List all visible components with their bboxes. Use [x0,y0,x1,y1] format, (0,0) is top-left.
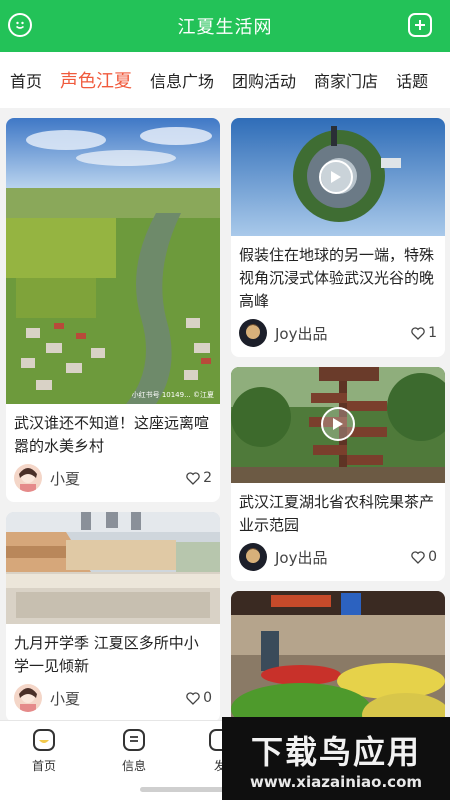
image-watermark: 小红书号 10149... ©江夏 [131,391,214,399]
like-button[interactable]: 2 [186,470,212,486]
page-title: 江夏生活网 [177,17,273,38]
avatar[interactable] [14,464,42,492]
info-list-icon [123,729,145,751]
play-icon[interactable] [321,407,355,441]
heart-icon [411,550,425,564]
feed-card[interactable] [231,591,445,720]
tab-shengse-jiangxia[interactable]: 声色江夏 [60,67,132,93]
like-button[interactable]: 1 [411,325,437,341]
top-app-bar: 江夏生活网 [0,0,450,52]
smiley-icon[interactable] [8,13,32,37]
card-title: 武汉江夏湖北省农科院果茶产业示范园 [239,493,435,534]
home-face-icon [33,729,55,751]
feed-card[interactable]: 九月开学季 江夏区多所中小学一见倾新 小夏 0 [6,512,220,720]
nav-info-label: 信息 [121,759,146,773]
author-name: 小夏 [50,689,81,708]
card-image-school [6,512,220,624]
card-image-signpost [231,367,445,483]
card-image-tiny-planet [231,118,445,236]
card-meta: 小夏 2 [6,462,220,502]
site-watermark: 下载鸟应用 www.xiazainiao.com [222,717,450,800]
tab-topics[interactable]: 话题 [396,68,428,92]
like-count: 2 [203,470,212,486]
like-count: 0 [203,690,212,706]
author-name: Joy出品 [275,324,328,343]
feed-column-right: 假装住在地球的另一端，特殊视角沉浸式体验武汉光谷的晚高峰 Joy出品 1 武汉江… [231,118,445,720]
category-tabs: 首页 声色江夏 信息广场 团购活动 商家门店 话题 [0,52,450,108]
like-button[interactable]: 0 [186,690,212,706]
card-meta: Joy出品 0 [231,541,445,581]
like-count: 0 [428,549,437,565]
tab-info-square[interactable]: 信息广场 [150,68,214,92]
tab-home[interactable]: 首页 [10,68,42,92]
play-icon[interactable] [319,160,353,194]
nav-home[interactable]: 首页 [14,729,74,774]
author-name: 小夏 [50,469,81,488]
card-meta: 小夏 0 [6,682,220,720]
card-meta: Joy出品 1 [231,317,445,357]
feed-grid: 小红书号 10149... ©江夏 武汉谁还不知道！这座远离喧嚣的水美乡村 小夏… [0,108,450,720]
feed-card[interactable]: 小红书号 10149... ©江夏 武汉谁还不知道！这座远离喧嚣的水美乡村 小夏… [6,118,220,502]
like-count: 1 [428,325,437,341]
feed-column-left: 小红书号 10149... ©江夏 武汉谁还不知道！这座远离喧嚣的水美乡村 小夏… [6,118,220,720]
avatar[interactable] [239,319,267,347]
watermark-title: 下载鸟应用 [250,733,421,771]
card-title: 假装住在地球的另一端，特殊视角沉浸式体验武汉光谷的晚高峰 [239,246,435,310]
add-square-icon[interactable] [408,13,432,37]
watermark-url: www.xiazainiao.com [249,773,423,791]
nav-info[interactable]: 信息 [104,729,164,774]
like-button[interactable]: 0 [411,549,437,565]
heart-icon [186,471,200,485]
feed-card[interactable]: 假装住在地球的另一端，特殊视角沉浸式体验武汉光谷的晚高峰 Joy出品 1 [231,118,445,357]
heart-icon [411,326,425,340]
card-image-vegetable-market [231,591,445,720]
feed-card[interactable]: 武汉江夏湖北省农科院果茶产业示范园 Joy出品 0 [231,367,445,581]
card-title: 九月开学季 江夏区多所中小学一见倾新 [14,634,199,675]
author-name: Joy出品 [275,548,328,567]
tab-group-buy[interactable]: 团购活动 [232,68,296,92]
nav-home-label: 首页 [31,759,56,773]
tab-merchant-stores[interactable]: 商家门店 [314,68,378,92]
card-title: 武汉谁还不知道！这座远离喧嚣的水美乡村 [14,414,210,455]
heart-icon [186,691,200,705]
avatar[interactable] [239,543,267,571]
card-image-village: 小红书号 10149... ©江夏 [6,118,220,404]
avatar[interactable] [14,684,42,712]
